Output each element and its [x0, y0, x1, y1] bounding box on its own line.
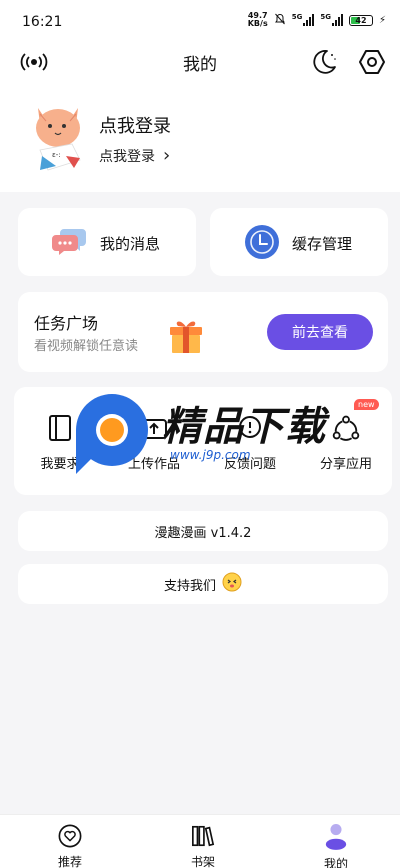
emoji-face-icon [222, 572, 242, 596]
support-label: 支持我们 [163, 578, 216, 594]
feedback-button[interactable]: 反馈问题 [210, 409, 290, 475]
upload-label: 上传作品 [127, 457, 180, 472]
signal-icon-1: 5G [292, 14, 315, 26]
book-icon [46, 413, 74, 443]
share-icon [332, 413, 360, 443]
upload-button[interactable]: 上传作品 [114, 409, 194, 475]
profile-section[interactable]: ε-: 点我登录 点我登录 › [0, 96, 400, 186]
nav-bookshelf[interactable]: 书架 [168, 821, 238, 868]
status-icons: 49.7 KB/s 5G 5G 42 ⚡ [248, 12, 386, 28]
nav-recommend[interactable]: 推荐 [35, 821, 105, 868]
task-title: 任务广场 [34, 314, 99, 333]
new-badge: new [354, 399, 379, 410]
charging-icon: ⚡ [378, 14, 386, 26]
feedback-label: 反馈问题 [223, 457, 276, 472]
version-item[interactable]: 漫趣漫画 v1.4.2 [18, 511, 388, 551]
gift-icon [166, 316, 206, 356]
network-speed: 49.7 KB/s [247, 11, 268, 28]
nav-mine-label: 我的 [323, 857, 348, 868]
night-mode-icon[interactable] [306, 44, 342, 80]
messages-button[interactable]: 我的消息 [18, 208, 196, 276]
status-bar: 16:21 49.7 KB/s 5G 5G 42 ⚡ [0, 0, 400, 44]
cache-label: 缓存管理 [292, 235, 353, 253]
battery-icon: 42 [348, 14, 373, 26]
tools-card: 我要求 上传作品 反馈问题 new 分享应用 [14, 387, 392, 495]
mute-icon [274, 13, 286, 28]
user-icon [324, 823, 348, 850]
login-link[interactable]: 点我登录 › [99, 146, 170, 166]
status-time: 16:21 [22, 14, 63, 30]
request-label: 我要求 [40, 457, 80, 472]
version-label: 漫趣漫画 v1.4.2 [154, 525, 252, 541]
header: 我的 [0, 44, 400, 80]
nav-mine[interactable]: 我的 [301, 821, 371, 868]
bottom-nav: 推荐 书架 我的 [0, 814, 400, 868]
signal-icon-2: 5G [320, 14, 343, 26]
messages-label: 我的消息 [100, 235, 161, 253]
support-us-button[interactable]: 支持我们 [18, 564, 388, 604]
nav-bookshelf-label: 书架 [190, 855, 215, 868]
svg-text:ε-:: ε-: [52, 151, 61, 159]
message-bubble-icon [52, 224, 88, 260]
clock-icon [244, 224, 280, 260]
settings-icon[interactable] [354, 44, 390, 80]
cache-management-button[interactable]: 缓存管理 [210, 208, 388, 276]
nav-recommend-label: 推荐 [57, 855, 82, 868]
task-plaza-card: 任务广场 看视频解锁任意读 前去查看 [18, 292, 388, 372]
feedback-icon [236, 413, 264, 443]
share-label: 分享应用 [319, 457, 372, 472]
go-view-button[interactable]: 前去查看 [267, 314, 373, 350]
bookshelf-icon [191, 823, 215, 849]
request-button[interactable]: 我要求 [20, 409, 100, 475]
task-subtitle: 看视频解锁任意读 [34, 339, 139, 354]
login-title[interactable]: 点我登录 [99, 112, 171, 138]
heart-icon [58, 823, 82, 849]
share-app-button[interactable]: new 分享应用 [306, 399, 386, 475]
upload-icon [140, 413, 168, 443]
chevron-right-icon: › [163, 145, 171, 166]
avatar[interactable]: ε-: [30, 100, 86, 174]
